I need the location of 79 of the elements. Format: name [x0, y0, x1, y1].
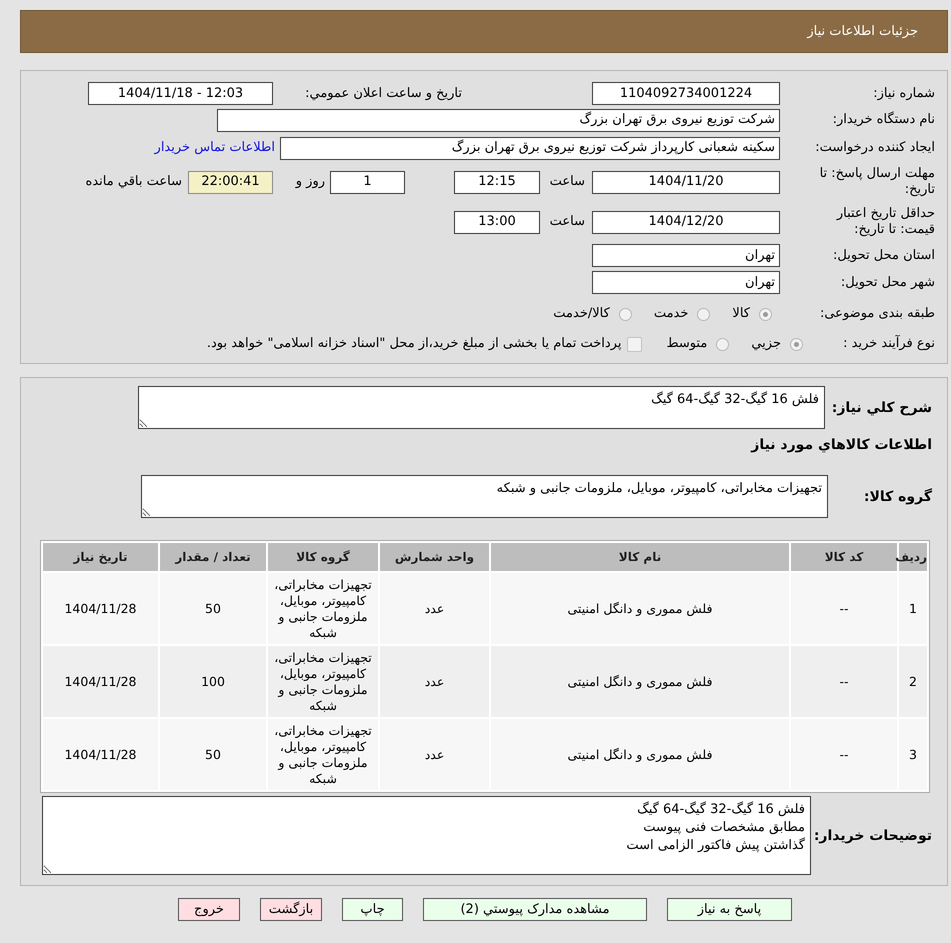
- option-label: خدمت: [654, 305, 688, 324]
- table-cell: 100: [160, 646, 266, 717]
- table-cell: عدد: [380, 646, 489, 717]
- column-header: تعداد / مقدار: [160, 543, 266, 571]
- column-header: گروه کالا: [268, 543, 378, 571]
- field-label: حداقل تاریخ اعتبار قیمت: تا تاریخ:: [835, 206, 935, 238]
- column-header: کد کالا: [791, 543, 897, 571]
- table-cell: --: [791, 719, 897, 790]
- description-field[interactable]: فلش 16 گیگ-32 گیگ-64 گیگ: [138, 386, 825, 429]
- field-label: ایجاد کننده درخواست:: [814, 140, 935, 156]
- buyer-organization-field[interactable]: شرکت توزیع نیروی برق تهران بزرگ: [217, 108, 780, 132]
- field-label: استان محل تحویل:: [832, 248, 935, 264]
- time-label: ساعت: [548, 213, 585, 232]
- table-cell: عدد: [380, 719, 489, 790]
- option-label: جزيي: [751, 335, 781, 354]
- province-field[interactable]: تهران: [592, 244, 780, 267]
- table-cell: عدد: [380, 573, 489, 644]
- table-cell: 3: [899, 719, 927, 790]
- action-button[interactable]: مشاهده مدارک پیوستي (2): [423, 898, 647, 921]
- table-cell: 1404/11/28: [43, 646, 158, 717]
- table-cell: 1404/11/28: [43, 573, 158, 644]
- payment-option-label: پرداخت تمام یا بخشی از مبلغ خرید،از محل "اسناد خزانه اسلامی" خواهد بود.: [206, 335, 622, 354]
- table-cell: فلش مموری و دانگل امنیتی: [491, 719, 789, 790]
- option-label: کالا/خدمت: [553, 305, 610, 324]
- option-label: متوسط: [666, 335, 708, 354]
- table-cell: تجهیزات مخابراتی، کامپیوتر، موبایل، ملزومات جانبی و شبکه: [268, 719, 378, 790]
- remaining-time-field[interactable]: 22:00:41: [188, 170, 273, 194]
- page-title: جزئیات اطلاعات نیاز: [807, 22, 918, 41]
- validity-date-field[interactable]: 1404/12/20: [592, 210, 780, 234]
- field-label: نام دستگاه خریدار:: [832, 112, 935, 128]
- city-field[interactable]: تهران: [592, 271, 780, 294]
- deadline-time-field[interactable]: 12:15: [454, 170, 540, 194]
- deadline-date-field[interactable]: 1404/11/20: [592, 170, 780, 194]
- action-button[interactable]: خروج: [178, 898, 240, 921]
- column-header: نام کالا: [491, 543, 789, 571]
- radio-button[interactable]: [618, 308, 632, 320]
- table-cell: 1404/11/28: [43, 719, 158, 790]
- field-label: نوع فرآیند خرید :: [842, 336, 935, 352]
- field-label: شرح كلي نياز:: [832, 400, 932, 416]
- action-button[interactable]: چاپ: [342, 898, 403, 921]
- announcement-date-field[interactable]: 1404/11/18 - 12:03: [88, 82, 273, 105]
- goods-group-field[interactable]: تجهیزات مخابراتی، کامپیوتر، موبایل، ملزومات جانبی و شبکه: [141, 475, 828, 518]
- remaining-label: ساعت باقي مانده: [86, 173, 182, 192]
- table-cell: تجهیزات مخابراتی، کامپیوتر، موبایل، ملزومات جانبی و شبکه: [268, 646, 378, 717]
- time-label: ساعت: [548, 173, 585, 192]
- validity-time-field[interactable]: 13:00: [454, 210, 540, 234]
- need-number-field[interactable]: 1104092734001224: [592, 82, 780, 105]
- table-cell: 50: [160, 719, 266, 790]
- column-header: تاریخ نیاز: [43, 543, 158, 571]
- buyer-notes-field[interactable]: فلش 16 گیگ-32 گیگ-64 گیگ مطابق مشخصات فنی پیوست گذاشتن پیش فاکتور الزامی است: [42, 796, 811, 875]
- field-label: توضیحات خریدار:: [814, 828, 932, 844]
- option-label: کالا: [732, 305, 750, 324]
- section-heading: اطلاعات كالاهاي مورد نياز: [750, 436, 932, 454]
- field-label: طبقه بندی موضوعی:: [818, 306, 935, 322]
- column-header: واحد شمارش: [380, 543, 489, 571]
- table-cell: تجهیزات مخابراتی، کامپیوتر، موبایل، ملزومات جانبی و شبکه: [268, 573, 378, 644]
- field-label: شماره نیاز:: [872, 86, 935, 102]
- field-label: تاریخ و ساعت اعلان عمومي:: [304, 84, 462, 103]
- radio-button[interactable]: [697, 308, 710, 320]
- contact-info-link[interactable]: اطلاعات تماس خریدار: [154, 138, 275, 158]
- radio-button[interactable]: [759, 308, 772, 320]
- radio-button[interactable]: [716, 338, 730, 350]
- field-label: شهر محل تحویل:: [840, 274, 935, 290]
- requester-field[interactable]: سکینه شعبانی کارپرداز شرکت توزیع نیروی برق تهران بزرگ: [280, 136, 780, 160]
- action-button[interactable]: بازگشت: [260, 898, 322, 921]
- days-label: روز و: [294, 173, 325, 192]
- field-label: گروه کالا:: [864, 488, 932, 504]
- payment-checkbox[interactable]: [627, 336, 642, 352]
- table-cell: 2: [899, 646, 927, 717]
- table-cell: --: [791, 646, 897, 717]
- action-button[interactable]: پاسخ به نیاز: [667, 898, 792, 921]
- table-cell: فلش مموری و دانگل امنیتی: [491, 646, 789, 717]
- field-label: مهلت ارسال پاسخ: تا تاریخ:: [818, 166, 935, 198]
- table-cell: 50: [160, 573, 266, 644]
- radio-button[interactable]: [790, 338, 803, 350]
- table-cell: --: [791, 573, 897, 644]
- table-cell: فلش مموری و دانگل امنیتی: [491, 573, 789, 644]
- days-field[interactable]: 1: [330, 170, 405, 194]
- table-cell: 1: [899, 573, 927, 644]
